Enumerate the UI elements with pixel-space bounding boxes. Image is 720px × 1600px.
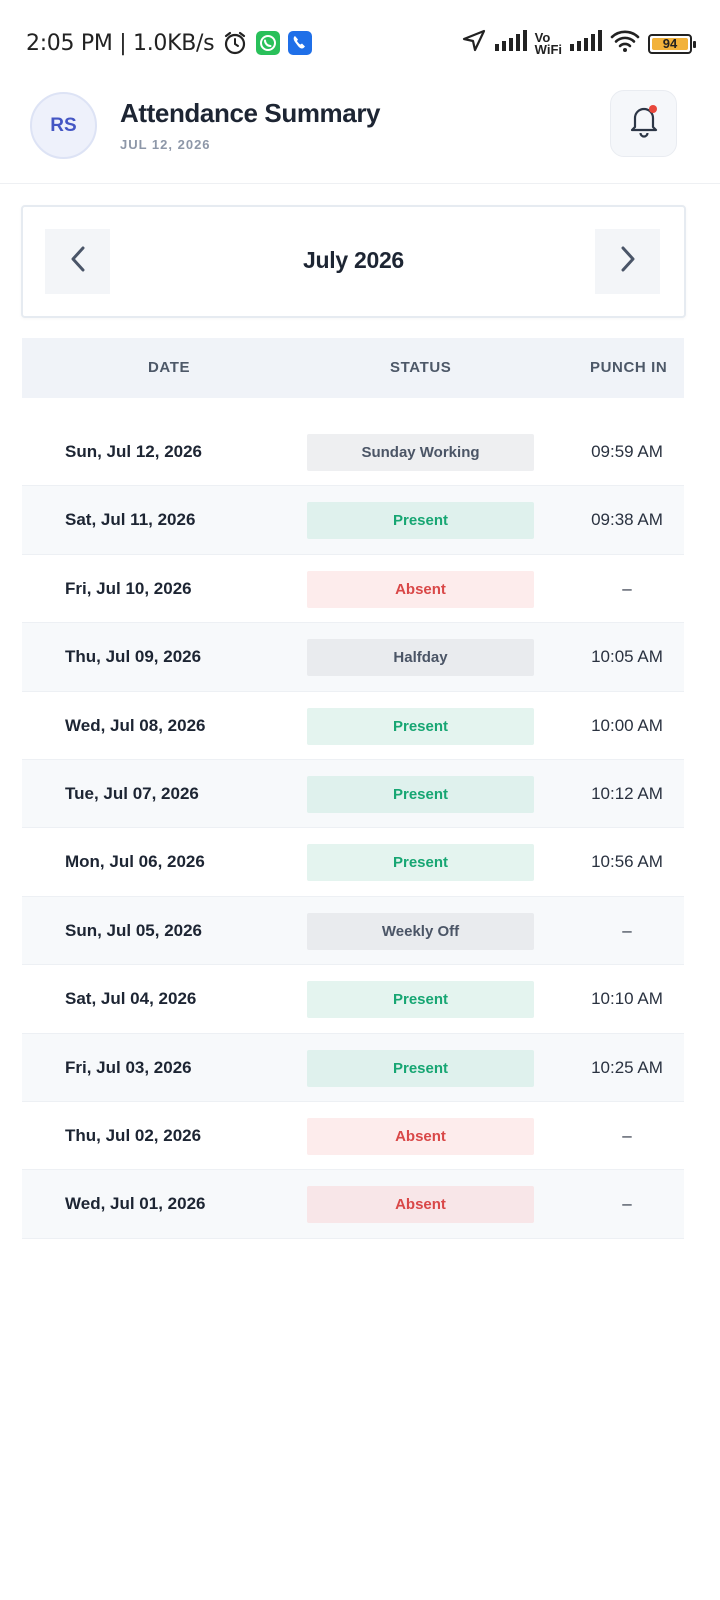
location-arrow-icon <box>461 28 487 59</box>
row-punch-in: 10:12 AM <box>591 783 663 803</box>
bell-icon <box>627 103 661 144</box>
row-date: Wed, Jul 01, 2026 <box>65 1194 206 1214</box>
table-row[interactable]: Mon, Jul 06, 2026 Present 10:56 AM <box>22 828 684 897</box>
status-badge: Absent <box>307 1186 534 1224</box>
row-date: Sun, Jul 12, 2026 <box>65 442 203 461</box>
table-row[interactable]: Sat, Jul 11, 2026 Present 09:38 AM <box>22 486 684 555</box>
table-row[interactable]: Thu, Jul 02, 2026 Absent – <box>22 1102 684 1171</box>
next-month-button[interactable] <box>595 229 660 294</box>
status-badge: Present <box>307 707 534 745</box>
status-bar: 2:05 PM | 1.0KB/s Vo WiFi 94 <box>0 0 720 84</box>
status-badge: Absent <box>307 1117 534 1155</box>
row-punch-in: – <box>622 1194 632 1214</box>
avatar[interactable]: RS <box>30 92 97 159</box>
row-date: Tue, Jul 07, 2026 <box>65 783 199 803</box>
status-badge: Halfday <box>307 639 534 677</box>
row-punch-in: – <box>622 920 632 940</box>
row-date: Wed, Jul 08, 2026 <box>65 715 206 735</box>
status-badge: Present <box>307 502 534 540</box>
table-row[interactable]: Fri, Jul 10, 2026 Absent – <box>22 555 684 624</box>
row-punch-in: 10:10 AM <box>591 989 663 1009</box>
month-selector: July 2026 <box>21 205 686 318</box>
phone-app-icon <box>288 31 313 55</box>
current-month-label: July 2026 <box>303 247 404 273</box>
page-title: Attendance Summary <box>120 98 381 128</box>
status-badge: Present <box>307 775 534 813</box>
row-punch-in: – <box>622 1125 632 1145</box>
row-date: Fri, Jul 03, 2026 <box>65 1057 192 1077</box>
row-punch-in: 10:25 AM <box>591 1057 663 1077</box>
row-punch-in: 10:56 AM <box>591 852 663 872</box>
row-date: Thu, Jul 09, 2026 <box>65 647 202 667</box>
notification-button[interactable] <box>610 90 677 157</box>
status-badge: Present <box>307 1049 534 1087</box>
table-row[interactable]: Thu, Jul 09, 2026 Halfday 10:05 AM <box>22 623 684 692</box>
battery-level: 94 <box>662 36 678 51</box>
table-row[interactable]: Sat, Jul 04, 2026 Present 10:10 AM <box>22 965 684 1034</box>
row-punch-in: 10:05 AM <box>591 647 663 667</box>
attendance-table-body: Sun, Jul 12, 2026 Sunday Working 09:59 AM S… <box>22 418 684 1239</box>
row-date: Sat, Jul 11, 2026 <box>65 510 196 530</box>
table-row[interactable]: Sun, Jul 12, 2026 Sunday Working 09:59 AM <box>22 418 684 487</box>
column-header-status: STATUS <box>390 359 452 376</box>
page-date: JUL 12, 2026 <box>120 137 211 152</box>
status-badge: Present <box>307 981 534 1019</box>
vowifi-indicator: Vo WiFi <box>534 29 562 57</box>
chevron-right-icon <box>618 245 638 278</box>
row-date: Fri, Jul 10, 2026 <box>65 578 192 598</box>
row-date: Sun, Jul 05, 2026 <box>65 920 203 940</box>
whatsapp-icon <box>256 31 281 55</box>
table-row[interactable]: Wed, Jul 08, 2026 Present 10:00 AM <box>22 692 684 760</box>
table-row[interactable]: Fri, Jul 03, 2026 Present 10:25 AM <box>22 1033 684 1102</box>
table-row[interactable]: Tue, Jul 07, 2026 Present 10:12 AM <box>22 759 684 829</box>
app-header: RS Attendance Summary JUL 12, 2026 <box>0 84 720 184</box>
row-date: Mon, Jul 06, 2026 <box>65 852 205 872</box>
cell-signal-2-icon <box>570 30 602 57</box>
table-header: DATE STATUS PUNCH IN <box>22 338 684 398</box>
status-badge: Sunday Working <box>307 434 534 471</box>
status-badge: Absent <box>307 570 534 608</box>
table-row[interactable]: Wed, Jul 01, 2026 Absent – <box>22 1170 684 1239</box>
column-header-punch-in: PUNCH IN <box>590 359 668 376</box>
wifi-icon <box>610 29 640 58</box>
battery-icon: 94 <box>648 33 696 54</box>
status-badge: Weekly Off <box>307 912 534 950</box>
cell-signal-icon <box>494 30 527 57</box>
column-header-date: DATE <box>148 359 191 376</box>
row-date: Thu, Jul 02, 2026 <box>65 1125 202 1145</box>
row-punch-in: 09:38 AM <box>591 510 663 530</box>
table-row[interactable]: Sun, Jul 05, 2026 Weekly Off – <box>22 896 684 966</box>
status-time: 2:05 PM | 1.0KB/s <box>26 30 215 56</box>
row-punch-in: 10:00 AM <box>591 715 663 735</box>
status-badge: Present <box>307 844 534 882</box>
row-punch-in: – <box>622 578 632 598</box>
row-date: Sat, Jul 04, 2026 <box>65 989 197 1009</box>
alarm-icon <box>222 30 248 56</box>
row-punch-in: 09:59 AM <box>591 442 663 461</box>
